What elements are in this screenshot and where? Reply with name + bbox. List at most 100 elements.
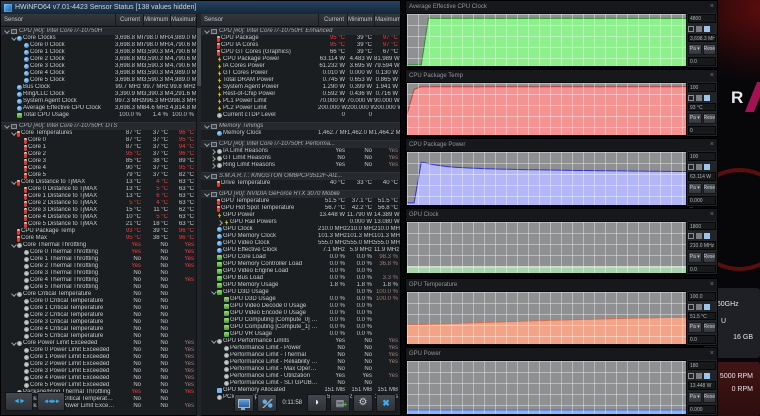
grid-color-swatch[interactable] [696,303,702,310]
sensor-row[interactable]: Core 3 Power Limit Exceeded No No Yes [1,368,196,375]
reset-button[interactable]: Reset [702,322,716,334]
chevron-down-icon[interactable] [211,290,216,295]
sensor-row[interactable]: Bus Clock 99.7 MHz 99.7 MHz 99.8 MHz [1,84,196,91]
y-max-input[interactable]: 100.0 [688,292,716,301]
background-color-swatch[interactable] [688,303,694,310]
grid-color-swatch[interactable] [696,164,702,170]
reset-button[interactable]: Reset [702,44,716,56]
sensor-row[interactable]: Core 1 87 °C 37 °C 94 °C [1,144,196,151]
y-max-input[interactable]: 4800 [688,14,716,23]
sensor-row[interactable]: Core 0 87 °C 37 °C 95 °C [1,137,196,144]
sensor-row[interactable]: IA Limit Reasons Yes No Yes [201,148,400,155]
sensor-group-header[interactable]: Memory Timings [201,122,400,130]
chevron-down-icon[interactable] [204,124,209,129]
y-max-input[interactable]: 180 [688,361,716,370]
sensor-row[interactable]: Ring Limit Reasons Yes No Yes [201,162,400,169]
sensor-row[interactable]: Ring/LLC Clock 3,390.9 MHz3,390.3 MHz4,29… [1,91,196,98]
grid-color-swatch[interactable] [696,25,702,32]
sensor-row[interactable]: Performance Limit - SLI GPUBoost Sync No N… [201,380,400,387]
scrollbar-thumb[interactable] [197,28,201,86]
sensor-group-header[interactable]: CPU [#0]: Intel Core i7-10750H: DTS [1,122,196,130]
line-color-swatch[interactable] [704,303,710,310]
sensor-row[interactable]: GPU Video Clock 555.0 MHz 555.0 MHz 555.0 M… [201,240,400,247]
chevron-down-icon[interactable] [204,142,209,147]
sensor-row[interactable]: Core 1 Distance to TjMAX 13 °C 6 °C 63 °C [1,193,196,200]
y-min-input[interactable]: 0.000 [688,405,716,414]
sensor-row[interactable]: GPU D3D Usage 0.0 % 0.0 % 100.0 % [201,296,400,303]
swap-columns-button[interactable] [5,392,33,411]
chevron-down-icon[interactable] [11,243,16,248]
chevron-down-icon[interactable] [11,341,16,346]
sensor-row[interactable]: Core 1 Critical Temperature No No [1,305,196,312]
sensor-row[interactable]: Core 3 Clock 3,698.8 MHz3,590.3 MHz4,790.… [1,63,196,70]
line-color-swatch[interactable] [704,94,710,101]
line-color-swatch[interactable] [704,25,710,32]
y-max-input[interactable]: 100 [688,83,716,92]
sensor-row[interactable]: Core 1 Power Limit Exceeded No No Yes [1,354,196,361]
background-color-swatch[interactable] [688,164,694,170]
sensor-row[interactable]: GT Cores Power 0.010 W 0.000 W 0.130 W [201,70,400,77]
network-share-button[interactable] [257,394,278,412]
grid-color-swatch[interactable] [696,94,702,101]
sensor-row[interactable]: GPU Memory Clock 101.3 MHz 101.3 MHz 101.3 … [201,233,400,240]
settings-button[interactable]: ⚙ [353,394,373,412]
sensor-row[interactable]: IA Cores Power 61.232 W 3.695 W 79.594 W [201,63,400,70]
sensor-row[interactable]: CPU Package Temp 93 °C 39 °C 96 °C [1,228,196,235]
chevron-down-icon[interactable] [4,124,9,129]
sensor-row[interactable]: Core Power Limit Exceeded No No Yes [1,340,196,347]
sensor-row[interactable]: Core 2 Thermal Throttling Yes No Yes [1,263,196,270]
y-max-input[interactable]: 1800 [688,222,716,231]
chevron-down-icon[interactable] [211,339,216,344]
sensor-row[interactable]: GPU Memory Allocated 151 MB 151 MB 151 MB [201,387,400,394]
pause-button[interactable]: Pa ▾ [688,392,702,403]
chevron-down-icon[interactable] [4,29,9,34]
sensor-row[interactable]: Core 4 Power Limit Exceeded No No Yes [1,375,196,382]
sensor-row[interactable]: GPU Clock210.0 MHz210.0 MHz210.0 MHz [201,226,400,233]
sensor-row[interactable]: GPU Temperature 51.5 °C 37.1 °C 51.5 °C [201,198,400,205]
sensor-row[interactable]: Total DRAM Power 0.745 W 0.653 W 0.865 W [201,77,400,84]
sensor-row[interactable]: Core 5 Clock 3,698.8 MHz3,590.3 MHz4,989.… [1,77,196,84]
y-min-input[interactable]: 0.0 [688,57,716,67]
close-icon[interactable]: × [710,70,714,82]
sensor-group-header[interactable]: GPU [#0]: NVIDIA GeForce RTX 3070 Mobile [201,190,400,198]
sensor-group-header[interactable]: CPU [#0]: Intel Core i7-10750H: Enhanced [201,27,400,35]
sensor-row[interactable]: Core 2 Critical Temperature No No [1,312,196,319]
graph-titlebar[interactable]: CPU Package Temp × [406,70,717,82]
sensor-row[interactable]: Core 0 Thermal Throttling Yes No Yes [1,249,196,256]
sensor-row[interactable]: GPU Bus Load 0.0 % 0.0 % 3.3 % [201,275,400,282]
chevron-right-icon[interactable] [211,156,216,161]
sensor-row[interactable]: Performance Limit - Max Operating Volt..… [201,366,400,373]
pause-button[interactable]: Pa ▾ [688,183,702,194]
sensor-row[interactable]: Core 4 Critical Temperature No No [1,326,196,333]
sensor-row[interactable]: GPU Effective Clock 7.1 MHz 5.9 MHz 11.9 MH… [201,247,400,254]
sensor-row[interactable]: GPU Performance Limits Yes No Yes [201,338,400,345]
sensor-row[interactable]: Core 5 Thermal Throttling No No [1,284,196,291]
sensor-row[interactable]: GPU Computing [Compute_1] Usage 0.0 % 0.0 … [201,324,400,331]
close-icon[interactable]: × [710,348,714,360]
sensor-row[interactable]: Core Critical Temperature No No [1,291,196,298]
sensor-row[interactable]: GPU Video Encode 0 Usage 0.0 % 0.0 % [201,310,400,317]
chevron-down-icon[interactable] [11,36,16,41]
chevron-right-icon[interactable] [218,220,223,225]
y-min-input[interactable]: 0.000 [688,196,716,205]
line-color-swatch[interactable] [704,164,710,170]
y-min-input[interactable]: 0 [688,126,716,136]
sensor-row[interactable]: GPU Core Load 0.0 % 0.0 % 98.3 % [201,254,400,261]
sensor-row[interactable]: Performance Limit - Thermal No No Yes [201,352,400,359]
graph-titlebar[interactable]: CPU Package Power × [406,139,717,151]
sensor-row[interactable]: Core 5 Distance to TjMAX 21 °C 18 °C 63 °C [1,221,196,228]
sensor-row[interactable]: GPU Power 13.448 W 11.790 W 14.389 W [201,212,400,219]
sensor-row[interactable]: Core 4 90 °C 37 °C 95 °C [1,165,196,172]
sensor-row[interactable]: System Agent Power 1.290 W 0.399 W 1.941 W [201,84,400,91]
chevron-right-icon[interactable] [211,149,216,154]
y-min-input[interactable]: 0.0 [688,264,716,273]
sensor-row[interactable]: Performance Limit - Utilization Yes Yes Yes [201,373,400,380]
close-icon[interactable]: × [710,1,714,13]
close-icon[interactable]: × [710,279,714,291]
sensor-row[interactable]: CPU Package 95 °C 39 °C 97 °C [201,35,400,42]
pause-button[interactable]: Pa ▾ [688,113,702,125]
sensor-row[interactable]: GPU D3D Usage 0.0 % 100.0 % [201,289,400,296]
close-icon[interactable]: × [710,209,714,221]
sensor-row[interactable]: Drive Temperature 40 °C 33 °C 40 °C [201,180,400,187]
sensor-row[interactable]: Core 3 Thermal Throttling No No [1,270,196,277]
